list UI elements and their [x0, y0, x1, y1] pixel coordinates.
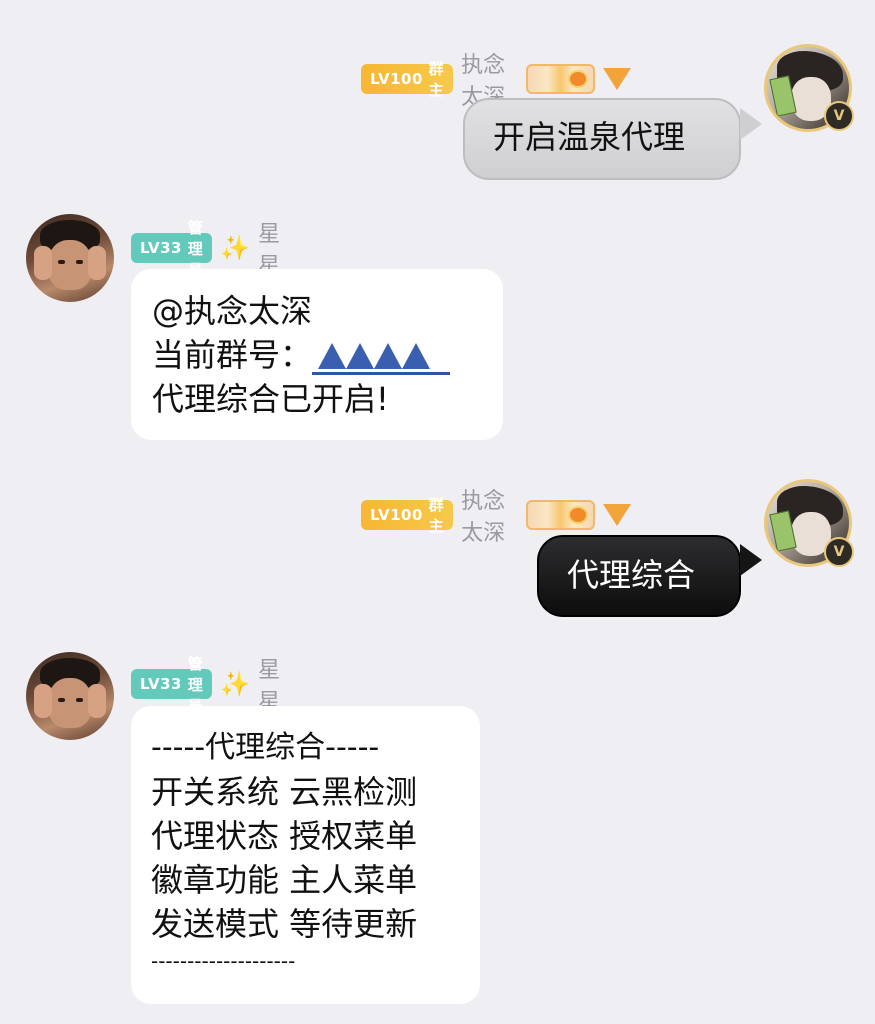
sparkle-icon: ✨	[220, 234, 251, 262]
level-text: LV100	[370, 70, 423, 88]
level-badge: LV100 群主	[361, 496, 454, 535]
avatar-face	[48, 240, 92, 290]
avatar-hand	[34, 684, 52, 718]
redacted-number	[312, 337, 451, 377]
avatar-face	[48, 678, 92, 728]
level-text: LV100	[370, 506, 423, 524]
avatar[interactable]	[26, 214, 114, 302]
vip-badge-icon: V	[824, 101, 854, 131]
bubble-tail	[740, 108, 762, 140]
message-bubble[interactable]: 开启温泉代理	[463, 98, 741, 180]
avatar-hand	[88, 246, 106, 280]
redact-mark	[402, 343, 431, 369]
redact-underline	[312, 372, 451, 375]
menu-line: 徽章功能 主人菜单	[151, 861, 418, 899]
bubble-tail	[740, 544, 762, 576]
redact-mark	[374, 343, 403, 369]
group-number-label: 当前群号：	[152, 336, 313, 374]
level-badge: LV33 管理员	[131, 219, 213, 279]
rank-emblem-icon	[603, 68, 632, 90]
avatar-eye	[58, 260, 65, 264]
message-bubble[interactable]: -----代理综合----- 开关系统 云黑检测 代理状态 授权菜单 徽章功能 …	[131, 706, 480, 1004]
menu-line: 发送模式 等待更新	[151, 905, 418, 943]
status-line: 代理综合已开启!	[152, 380, 389, 418]
sun-emblem-icon	[568, 70, 589, 88]
title-decoration	[526, 64, 596, 94]
avatar-hand	[88, 684, 106, 718]
avatar-eye	[76, 698, 83, 702]
menu-line: 开关系统 云黑检测	[151, 773, 418, 811]
menu-header-line: -----代理综合-----	[151, 730, 380, 765]
title-decoration	[526, 500, 596, 530]
level-text: LV33	[140, 675, 182, 693]
avatar-eye	[76, 260, 83, 264]
role-text: 群主	[428, 60, 445, 99]
mention-line[interactable]: @执念太深	[152, 289, 503, 333]
rank-emblem-icon	[603, 504, 632, 526]
group-number-line: 当前群号：	[152, 333, 503, 377]
level-text: LV33	[140, 239, 182, 257]
level-badge: LV100 群主	[361, 60, 454, 99]
level-badge: LV33 管理员	[131, 655, 213, 715]
redact-mark	[318, 343, 347, 369]
avatar-eye	[58, 698, 65, 702]
menu-line: 代理状态 授权菜单	[151, 817, 418, 855]
avatar-hand	[34, 246, 52, 280]
message-text: 开启温泉代理	[493, 118, 686, 156]
message-text: 代理综合	[567, 556, 696, 594]
sun-emblem-icon	[568, 506, 589, 524]
sender-name[interactable]: 执念太深	[461, 483, 518, 547]
redact-mark	[346, 343, 375, 369]
role-text: 群主	[428, 496, 445, 535]
vip-badge-icon: V	[824, 537, 854, 567]
sparkle-icon: ✨	[220, 670, 251, 698]
avatar[interactable]	[26, 652, 114, 740]
menu-footer-line: --------------------	[151, 949, 296, 973]
message-bubble[interactable]: 代理综合	[537, 535, 741, 617]
message-bubble[interactable]: @执念太深 当前群号： 代理综合已开启!	[131, 269, 503, 440]
